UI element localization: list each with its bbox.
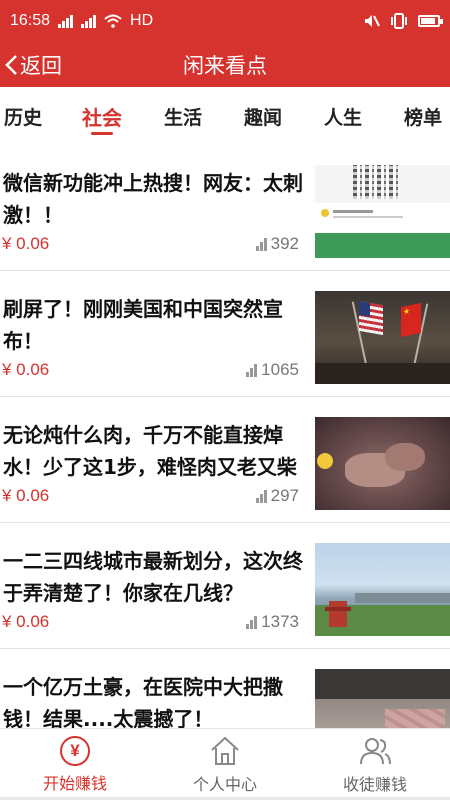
article-item[interactable]: 刷屏了！刚刚美国和中国突然宣布！ ¥ 0.06 1065 bbox=[0, 271, 450, 397]
nav-label: 收徒赚钱 bbox=[342, 774, 407, 794]
battery-icon bbox=[418, 15, 443, 27]
article-title: 一二三四线城市最新划分，这次终于弄清楚了！你家在几线？ bbox=[3, 549, 303, 605]
wifi-icon bbox=[104, 14, 122, 28]
bar-chart-icon bbox=[255, 237, 267, 251]
tab-life-stories[interactable]: 人生 bbox=[324, 87, 362, 145]
chevron-left-icon bbox=[5, 54, 17, 75]
article-title: 无论炖什么肉，千万不能直接焯水！少了这1步，难怪肉又老又柴 bbox=[3, 423, 297, 479]
signal-icon-2 bbox=[81, 14, 97, 28]
article-reward: ¥ 0.06 bbox=[2, 486, 50, 505]
bar-chart-icon bbox=[246, 615, 258, 629]
article-views: 1373 bbox=[246, 612, 299, 632]
view-count: 297 bbox=[270, 486, 299, 505]
article-thumbnail bbox=[315, 291, 450, 384]
users-icon bbox=[360, 737, 391, 764]
network-label: HD bbox=[130, 12, 154, 29]
bottom-nav: ¥ 开始赚钱 个人中心 收徒赚钱 bbox=[0, 728, 450, 800]
view-count: 392 bbox=[270, 234, 299, 253]
category-tabs: 历史 社会 生活 趣闻 人生 榜单 bbox=[0, 87, 450, 145]
nav-label: 开始赚钱 bbox=[42, 773, 107, 793]
tab-life[interactable]: 生活 bbox=[164, 87, 202, 145]
nav-label: 个人中心 bbox=[192, 774, 257, 794]
bar-chart-icon bbox=[246, 363, 258, 377]
back-label: 返回 bbox=[20, 53, 62, 78]
tab-rankings[interactable]: 榜单 bbox=[404, 87, 442, 145]
article-item[interactable]: 微信新功能冲上热搜！网友：太刺激！！ ¥ 0.06 392 bbox=[0, 145, 450, 271]
article-reward: ¥ 0.06 bbox=[2, 234, 50, 253]
mute-icon bbox=[365, 15, 380, 27]
app-header: 返回 闲来看点 bbox=[0, 42, 450, 87]
nav-profile[interactable]: 个人中心 bbox=[150, 729, 300, 800]
article-thumbnail bbox=[315, 669, 450, 728]
home-icon bbox=[211, 736, 239, 765]
yen-coin-icon: ¥ bbox=[60, 735, 90, 766]
article-reward: ¥ 0.06 bbox=[2, 360, 50, 379]
status-time: 16:58 bbox=[10, 12, 51, 29]
view-count: 1373 bbox=[261, 612, 299, 631]
back-button[interactable]: 返回 bbox=[0, 42, 62, 87]
signal-icon bbox=[58, 14, 74, 28]
nav-start-earning[interactable]: ¥ 开始赚钱 bbox=[0, 729, 150, 800]
tab-history[interactable]: 历史 bbox=[4, 87, 42, 145]
article-thumbnail bbox=[315, 165, 450, 258]
tab-society[interactable]: 社会 bbox=[82, 87, 122, 145]
tab-fun[interactable]: 趣闻 bbox=[244, 87, 282, 145]
article-item[interactable]: 一个亿万土豪，在医院中大把撒钱！结果....太震撼了！ bbox=[0, 649, 450, 728]
bar-chart-icon bbox=[255, 489, 267, 503]
page-title: 闲来看点 bbox=[183, 53, 267, 78]
article-views: 1065 bbox=[246, 360, 299, 380]
nav-recruit[interactable]: 收徒赚钱 bbox=[300, 729, 450, 800]
article-item[interactable]: 一二三四线城市最新划分，这次终于弄清楚了！你家在几线？ ¥ 0.06 1373 bbox=[0, 523, 450, 649]
vibrate-icon bbox=[391, 13, 407, 29]
article-thumbnail bbox=[315, 543, 450, 636]
article-item[interactable]: 无论炖什么肉，千万不能直接焯水！少了这1步，难怪肉又老又柴 ¥ 0.06 297 bbox=[0, 397, 450, 523]
article-feed: 微信新功能冲上热搜！网友：太刺激！！ ¥ 0.06 392 刷屏了！刚刚美国和中… bbox=[0, 145, 450, 728]
article-reward: ¥ 0.06 bbox=[2, 612, 50, 631]
article-thumbnail bbox=[315, 417, 450, 510]
article-title: 一个亿万土豪，在医院中大把撒钱！结果....太震撼了！ bbox=[3, 675, 283, 728]
article-title: 微信新功能冲上热搜！网友：太刺激！！ bbox=[3, 171, 303, 227]
article-views: 297 bbox=[255, 486, 299, 506]
article-views: 392 bbox=[255, 234, 299, 254]
article-title: 刷屏了！刚刚美国和中国突然宣布！ bbox=[3, 297, 283, 353]
view-count: 1065 bbox=[261, 360, 299, 379]
status-bar: 16:58 HD bbox=[0, 0, 450, 42]
